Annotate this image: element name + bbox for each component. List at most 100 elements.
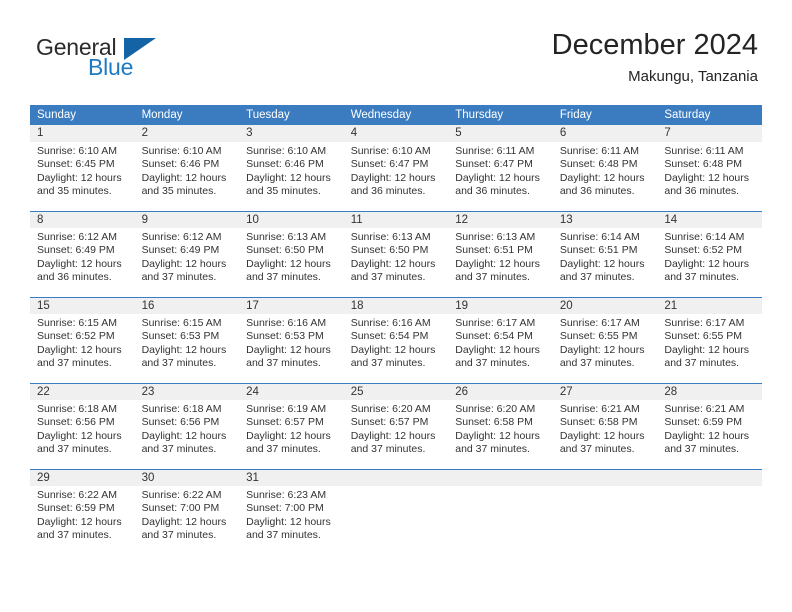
day-number[interactable]: 12 (448, 210, 553, 228)
day-cell[interactable]: Sunrise: 6:11 AM Sunset: 6:47 PM Dayligh… (448, 142, 553, 211)
day-cell[interactable]: Sunrise: 6:13 AM Sunset: 6:50 PM Dayligh… (239, 228, 344, 297)
day-cell[interactable]: Sunrise: 6:23 AM Sunset: 7:00 PM Dayligh… (239, 486, 344, 555)
day-cell[interactable]: Sunrise: 6:15 AM Sunset: 6:52 PM Dayligh… (30, 314, 135, 383)
day-cell[interactable]: Sunrise: 6:14 AM Sunset: 6:51 PM Dayligh… (552, 228, 658, 297)
day-cell-empty (657, 486, 762, 555)
day-number[interactable]: 28 (657, 382, 762, 400)
day-cell[interactable]: Sunrise: 6:20 AM Sunset: 6:57 PM Dayligh… (343, 400, 449, 469)
calendar-header-row: Sunday Monday Tuesday Wednesday Thursday… (30, 105, 762, 125)
day-cell[interactable]: Sunrise: 6:22 AM Sunset: 6:59 PM Dayligh… (30, 486, 135, 555)
sunset-text: Sunset: 6:50 PM (246, 244, 324, 257)
day-number[interactable]: 1 (30, 125, 135, 142)
day-number[interactable]: 31 (239, 468, 344, 486)
week-daynum-row: 1 2 3 4 5 6 7 (30, 125, 762, 142)
day-number[interactable]: 27 (552, 382, 658, 400)
daylight-text: Daylight: 12 hours (559, 429, 645, 442)
day-cell[interactable]: Sunrise: 6:17 AM Sunset: 6:55 PM Dayligh… (657, 314, 762, 383)
day-cell-empty (448, 486, 553, 555)
day-number-empty (343, 468, 449, 486)
day-number[interactable]: 13 (552, 210, 658, 228)
day-number[interactable]: 24 (239, 382, 344, 400)
day-number[interactable]: 16 (134, 296, 240, 314)
day-cell[interactable]: Sunrise: 6:15 AM Sunset: 6:53 PM Dayligh… (134, 314, 240, 383)
day-cell-empty (552, 486, 658, 555)
day-number[interactable]: 14 (657, 210, 762, 228)
daylight-text: Daylight: 12 hours (141, 343, 227, 356)
day-cell[interactable]: Sunrise: 6:21 AM Sunset: 6:58 PM Dayligh… (552, 400, 658, 469)
day-cell[interactable]: Sunrise: 6:11 AM Sunset: 6:48 PM Dayligh… (657, 142, 762, 211)
day-cell[interactable]: Sunrise: 6:16 AM Sunset: 6:53 PM Dayligh… (239, 314, 344, 383)
day-number[interactable]: 19 (448, 296, 553, 314)
daylight-text-cont: and 36 minutes. (559, 185, 635, 198)
sunset-text: Sunset: 6:52 PM (664, 244, 743, 257)
day-cell[interactable]: Sunrise: 6:14 AM Sunset: 6:52 PM Dayligh… (657, 228, 762, 297)
day-number[interactable]: 10 (239, 210, 344, 228)
day-cell[interactable]: Sunrise: 6:17 AM Sunset: 6:54 PM Dayligh… (448, 314, 553, 383)
sunset-text: Sunset: 6:48 PM (664, 158, 743, 171)
weekday-header-saturday: Saturday (657, 105, 762, 125)
sunrise-text: Sunrise: 6:19 AM (246, 403, 327, 415)
day-number[interactable]: 21 (657, 296, 762, 314)
sunrise-text: Sunrise: 6:18 AM (141, 403, 222, 415)
day-cell[interactable]: Sunrise: 6:16 AM Sunset: 6:54 PM Dayligh… (343, 314, 449, 383)
day-number[interactable]: 30 (134, 468, 240, 486)
day-cell[interactable]: Sunrise: 6:13 AM Sunset: 6:50 PM Dayligh… (343, 228, 449, 297)
day-number[interactable]: 29 (30, 468, 135, 486)
day-cell[interactable]: Sunrise: 6:10 AM Sunset: 6:46 PM Dayligh… (239, 142, 344, 211)
day-cell[interactable]: Sunrise: 6:22 AM Sunset: 7:00 PM Dayligh… (134, 486, 240, 555)
sunset-text: Sunset: 6:52 PM (37, 330, 115, 343)
daylight-text: Daylight: 12 hours (455, 429, 540, 442)
day-number[interactable]: 7 (657, 125, 762, 142)
day-number[interactable]: 5 (448, 125, 553, 142)
day-cell[interactable]: Sunrise: 6:10 AM Sunset: 6:47 PM Dayligh… (343, 142, 449, 211)
daylight-text: Daylight: 12 hours (141, 429, 227, 442)
day-cell[interactable]: Sunrise: 6:10 AM Sunset: 6:45 PM Dayligh… (30, 142, 135, 211)
sunrise-text: Sunrise: 6:14 AM (664, 231, 745, 243)
day-cell[interactable]: Sunrise: 6:12 AM Sunset: 6:49 PM Dayligh… (134, 228, 240, 297)
sunset-text: Sunset: 6:59 PM (37, 502, 115, 515)
sunset-text: Sunset: 6:58 PM (559, 416, 638, 429)
day-number[interactable]: 17 (239, 296, 344, 314)
day-number[interactable]: 15 (30, 296, 135, 314)
day-number[interactable]: 25 (343, 382, 449, 400)
day-cell[interactable]: Sunrise: 6:18 AM Sunset: 6:56 PM Dayligh… (134, 400, 240, 469)
day-number[interactable]: 22 (30, 382, 135, 400)
day-cell[interactable]: Sunrise: 6:12 AM Sunset: 6:49 PM Dayligh… (30, 228, 135, 297)
day-cell[interactable]: Sunrise: 6:10 AM Sunset: 6:46 PM Dayligh… (134, 142, 240, 211)
sunrise-text: Sunrise: 6:22 AM (141, 489, 222, 501)
day-number[interactable]: 2 (134, 125, 240, 142)
day-number[interactable]: 11 (343, 210, 449, 228)
day-cell[interactable]: Sunrise: 6:18 AM Sunset: 6:56 PM Dayligh… (30, 400, 135, 469)
day-number[interactable]: 26 (448, 382, 553, 400)
day-cell[interactable]: Sunrise: 6:19 AM Sunset: 6:57 PM Dayligh… (239, 400, 344, 469)
day-number[interactable]: 18 (343, 296, 449, 314)
day-cell[interactable]: Sunrise: 6:13 AM Sunset: 6:51 PM Dayligh… (448, 228, 553, 297)
day-cell[interactable]: Sunrise: 6:21 AM Sunset: 6:59 PM Dayligh… (657, 400, 762, 469)
sunset-text: Sunset: 6:47 PM (455, 158, 533, 171)
sunset-text: Sunset: 6:45 PM (37, 158, 115, 171)
day-number[interactable]: 3 (239, 125, 344, 142)
week-daynum-row: 8 9 10 11 12 13 14 (30, 210, 762, 228)
daylight-text: Daylight: 12 hours (664, 429, 750, 442)
week-detail-row: Sunrise: 6:10 AM Sunset: 6:45 PM Dayligh… (30, 142, 762, 211)
day-number[interactable]: 20 (552, 296, 658, 314)
day-cell[interactable]: Sunrise: 6:11 AM Sunset: 6:48 PM Dayligh… (552, 142, 658, 211)
day-cell[interactable]: Sunrise: 6:20 AM Sunset: 6:58 PM Dayligh… (448, 400, 553, 469)
day-number[interactable]: 8 (30, 210, 135, 228)
day-number[interactable]: 6 (552, 125, 658, 142)
sunrise-text: Sunrise: 6:17 AM (455, 317, 536, 329)
day-cell[interactable]: Sunrise: 6:17 AM Sunset: 6:55 PM Dayligh… (552, 314, 658, 383)
sunrise-text: Sunrise: 6:15 AM (37, 317, 117, 329)
daylight-text: Daylight: 12 hours (246, 429, 331, 442)
day-number[interactable]: 4 (343, 125, 449, 142)
day-number[interactable]: 9 (134, 210, 240, 228)
sunrise-text: Sunrise: 6:12 AM (37, 231, 117, 243)
sunset-text: Sunset: 6:46 PM (141, 158, 220, 171)
week-detail-row: Sunrise: 6:18 AM Sunset: 6:56 PM Dayligh… (30, 400, 762, 469)
calendar-grid: Sunday Monday Tuesday Wednesday Thursday… (30, 105, 762, 555)
daylight-text: Daylight: 12 hours (664, 171, 750, 184)
daylight-text: Daylight: 12 hours (141, 171, 227, 184)
sunrise-text: Sunrise: 6:20 AM (455, 403, 536, 415)
day-number[interactable]: 23 (134, 382, 240, 400)
brand-logo[interactable]: General Blue (36, 34, 256, 86)
